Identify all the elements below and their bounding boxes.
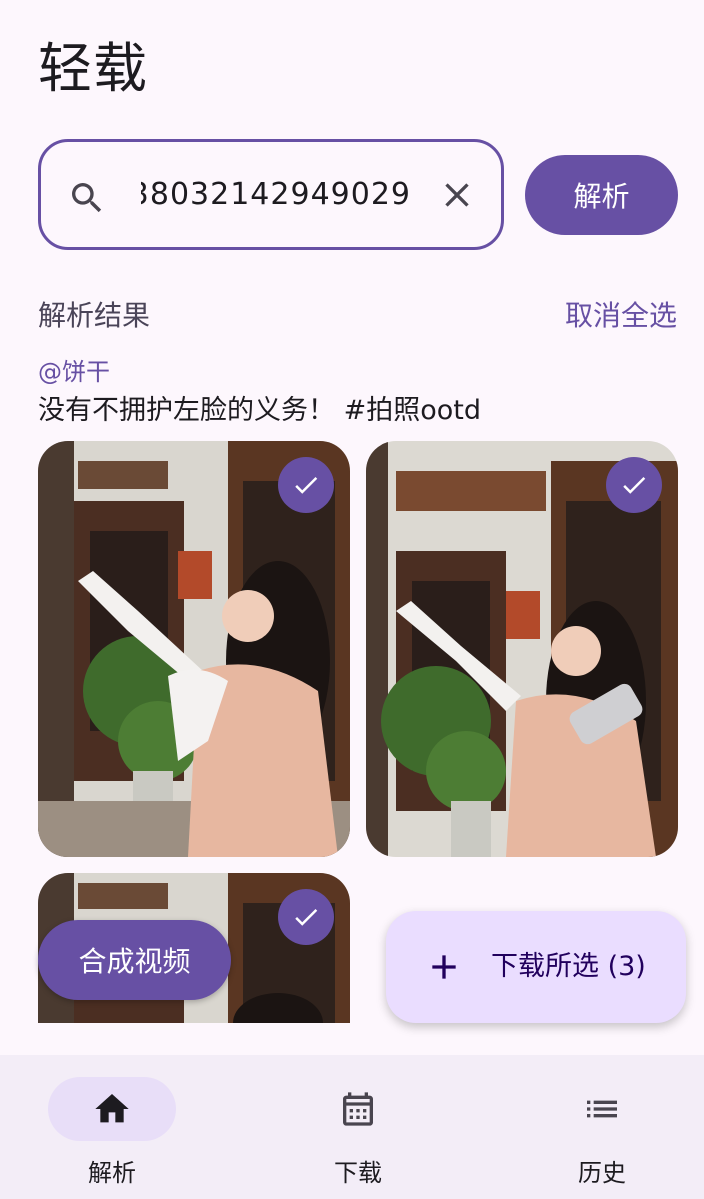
media-thumbnail[interactable] — [38, 441, 350, 857]
nav-item-parse[interactable]: 解析 — [22, 1055, 202, 1199]
author-name: @饼干 — [38, 358, 110, 386]
parse-button[interactable]: 解析 — [525, 155, 678, 235]
selected-check-icon[interactable] — [278, 889, 334, 945]
search-input[interactable]: 6938032142949029 — [38, 139, 504, 250]
nav-item-download[interactable]: 下载 — [268, 1055, 448, 1199]
nav-label: 下载 — [334, 1159, 382, 1187]
download-selected-label: 下载所选 (3) — [491, 951, 646, 982]
search-input-value[interactable]: 6938032142949029 — [141, 142, 411, 247]
post-caption: 没有不拥护左脸的义务！ #拍照ootd — [38, 395, 481, 426]
close-icon[interactable] — [437, 175, 477, 215]
media-thumbnail[interactable] — [366, 441, 678, 857]
home-icon — [95, 1094, 129, 1123]
selected-check-icon[interactable] — [606, 457, 662, 513]
plus-icon — [432, 955, 456, 979]
selected-check-icon[interactable] — [278, 457, 334, 513]
merge-video-button[interactable]: 合成视频 — [38, 920, 231, 1000]
download-selected-button[interactable]: 下载所选 (3) — [386, 911, 686, 1023]
calendar-icon — [343, 1092, 373, 1126]
section-title: 解析结果 — [38, 299, 151, 332]
nav-item-history[interactable]: 历史 — [512, 1055, 692, 1199]
search-icon — [72, 183, 102, 213]
deselect-all-button[interactable]: 取消全选 — [565, 294, 677, 334]
bottom-navigation: 解析 下载 历史 — [0, 1055, 704, 1199]
nav-label: 历史 — [578, 1159, 626, 1187]
app-title: 轻载 — [38, 37, 148, 100]
list-icon — [587, 1100, 617, 1118]
nav-label: 解析 — [88, 1159, 136, 1187]
